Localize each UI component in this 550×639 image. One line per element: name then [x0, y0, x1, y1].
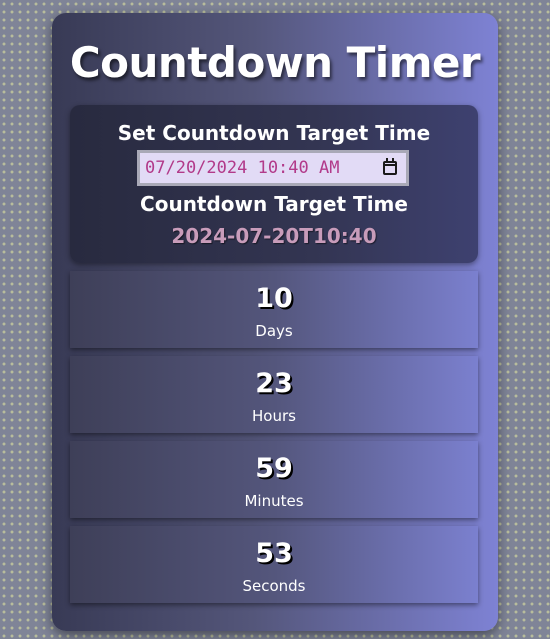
datetime-value: 07/20/2024 10:40 AM	[145, 158, 340, 178]
days-value: 10	[255, 283, 293, 314]
days-label: Days	[255, 322, 293, 340]
seconds-box: 53 Seconds	[70, 526, 478, 603]
target-datetime-input[interactable]: 07/20/2024 10:40 AM	[137, 150, 409, 186]
hours-label: Hours	[252, 407, 296, 425]
days-box: 10 Days	[70, 271, 478, 348]
target-settings-panel: Set Countdown Target Time 07/20/2024 10:…	[70, 105, 478, 263]
hours-value: 23	[255, 368, 293, 399]
target-time-value: 2024-07-20T10:40	[171, 224, 377, 248]
calendar-icon[interactable]	[383, 158, 397, 175]
hours-box: 23 Hours	[70, 356, 478, 433]
minutes-label: Minutes	[244, 492, 304, 510]
set-target-label: Set Countdown Target Time	[117, 121, 431, 145]
minutes-value: 59	[255, 453, 293, 484]
seconds-value: 53	[255, 538, 293, 569]
page-title: Countdown Timer	[69, 38, 481, 87]
target-time-label: Countdown Target Time	[140, 192, 408, 216]
minutes-box: 59 Minutes	[70, 441, 478, 518]
seconds-label: Seconds	[242, 577, 306, 595]
